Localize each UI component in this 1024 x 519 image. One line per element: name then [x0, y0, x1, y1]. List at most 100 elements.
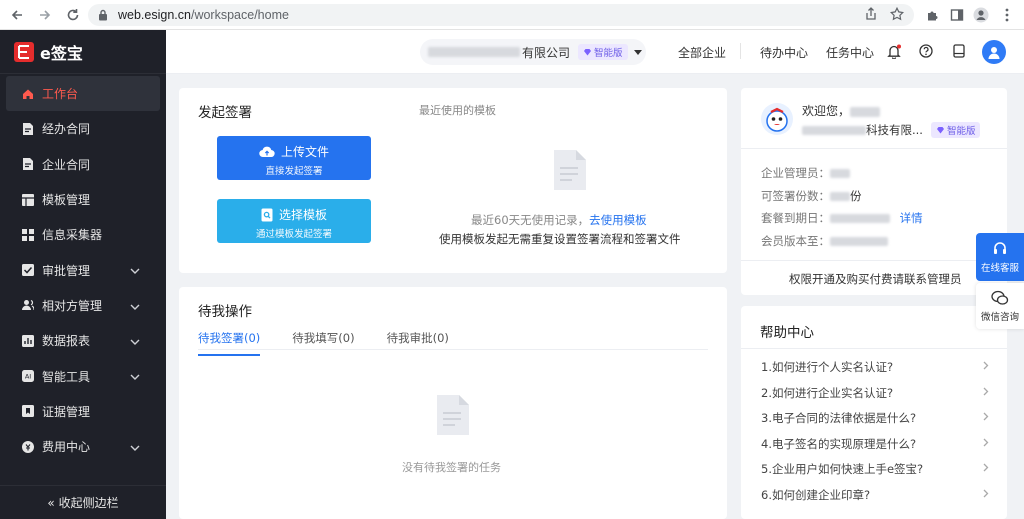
bell-icon[interactable]	[886, 43, 902, 59]
chevron-down-icon	[130, 334, 140, 348]
details-link[interactable]: 详情	[900, 211, 923, 225]
help-item[interactable]: 4.电子签名的实现原理是什么?	[761, 436, 989, 452]
help-item[interactable]: 2.如何进行企业实名认证?	[761, 385, 989, 401]
forward-icon[interactable]	[34, 4, 56, 26]
chevron-right-icon	[983, 461, 989, 477]
use-template-link[interactable]: 去使用模板	[589, 213, 647, 227]
sidebar-item-7[interactable]: 数据报表	[0, 323, 166, 358]
admin-row: 企业管理员：	[761, 165, 850, 181]
empty-tasks-icon	[435, 395, 469, 435]
tab-to-sign[interactable]: 待我签署(0)	[198, 330, 261, 356]
help-item[interactable]: 1.如何进行个人实名认证?	[761, 359, 989, 375]
wechat-consult-label: 微信咨询	[980, 312, 1019, 323]
sidebar-item-9[interactable]: 证据管理	[0, 394, 166, 429]
logo[interactable]: e签宝	[0, 30, 166, 74]
address-bar[interactable]: web.esign.cn/workspace/home	[88, 4, 914, 26]
wechat-consult-button[interactable]: 微信咨询	[976, 283, 1024, 329]
quota-row: 可签署份数：份	[761, 189, 862, 203]
help-icon[interactable]	[918, 43, 934, 59]
online-service-button[interactable]: 在线客服	[976, 233, 1024, 281]
grid-icon	[22, 228, 34, 241]
choose-template-sublabel: 通过模板发起签署	[255, 229, 332, 240]
users-icon	[22, 299, 34, 311]
sidebar-item-2[interactable]: 企业合同	[0, 147, 166, 182]
header-divider	[740, 43, 741, 59]
company-switcher[interactable]: 有限公司 智能版	[420, 39, 646, 65]
chevron-right-icon	[983, 436, 989, 452]
empty-tasks-text: 没有待我签署的任务	[402, 461, 501, 474]
membership-row: 会员版本至：	[761, 233, 888, 249]
sidebar-item-label: 经办合同	[42, 122, 91, 137]
upload-file-button[interactable]: 上传文件 直接发起签署	[217, 136, 371, 180]
upload-file-label: 上传文件	[280, 145, 329, 159]
tabs-underline	[198, 349, 708, 350]
share-icon[interactable]	[864, 7, 878, 24]
lock-icon	[98, 9, 110, 21]
bookmark-icon	[22, 405, 34, 418]
choose-template-button[interactable]: 选择模板 通过模板发起签署	[217, 199, 371, 243]
url-text: web.esign.cn/workspace/home	[118, 8, 289, 22]
start-signing-title: 发起签署	[198, 105, 252, 121]
help-item[interactable]: 5.企业用户如何快速上手e签宝?	[761, 461, 989, 477]
sidebar-item-1[interactable]: 经办合同	[0, 111, 166, 146]
mascot-avatar	[761, 103, 793, 135]
help-item[interactable]: 3.电子合同的法律依据是什么?	[761, 410, 989, 426]
help-item-label: 6.如何创建企业印章?	[761, 487, 871, 502]
recent-templates-label: 最近使用的模板	[419, 104, 496, 117]
coin-icon	[22, 440, 34, 453]
sidebar-item-label: 审批管理	[42, 263, 91, 278]
welcome-divider	[741, 148, 1007, 149]
sidebar-item-label: 数据报表	[42, 334, 91, 349]
wechat-icon	[976, 290, 1024, 309]
welcome-company: 科技有限... 智能版	[802, 122, 981, 138]
sidebar-item-0[interactable]: 工作台	[6, 76, 160, 112]
all-enterprises-link[interactable]: 全部企业	[678, 44, 726, 61]
chevron-down-icon	[130, 263, 140, 277]
sidebar-item-label: 费用中心	[42, 440, 91, 455]
sidebar-item-4[interactable]: 信息采集器	[0, 217, 166, 252]
sidebar-item-label: 智能工具	[42, 369, 91, 384]
document-icon	[22, 122, 34, 135]
sidepanel-icon[interactable]	[948, 6, 966, 24]
menu-dots-icon[interactable]	[998, 6, 1016, 24]
ai-icon: AI	[22, 370, 34, 383]
collapse-sidebar-button[interactable]: « 收起侧边栏	[0, 485, 166, 519]
todo-center-link[interactable]: 待办中心	[760, 44, 808, 61]
online-service-label: 在线客服	[980, 263, 1019, 274]
chevron-right-icon	[983, 359, 989, 375]
chevron-down-icon	[130, 369, 140, 383]
sidebar-item-10[interactable]: 费用中心	[0, 429, 166, 464]
welcome-company-suffix: 科技有限...	[866, 123, 923, 137]
back-icon[interactable]	[6, 4, 28, 26]
profile-icon[interactable]	[972, 6, 990, 24]
extensions-icon[interactable]	[924, 6, 942, 24]
sidebar-nav: 工作台经办合同企业合同模板管理信息采集器审批管理相对方管理数据报表 AI 智能工具证…	[0, 74, 166, 464]
pending-tasks-card: 待我操作 待我签署(0) 待我填写(0) 待我审批(0) 没有待我签署的任务	[179, 287, 727, 519]
sidebar-item-6[interactable]: 相对方管理	[0, 288, 166, 323]
star-icon[interactable]	[889, 6, 905, 24]
help-divider	[741, 348, 1007, 349]
help-item-label: 5.企业用户如何快速上手e签宝?	[761, 462, 924, 476]
top-header: 有限公司 智能版 全部企业 待办中心 任务中心	[166, 30, 1024, 74]
template-icon	[22, 193, 34, 206]
upload-file-sublabel: 直接发起签署	[265, 166, 323, 177]
tab-to-fill[interactable]: 待我填写(0)	[292, 330, 354, 356]
caret-down-icon	[633, 45, 642, 59]
logo-text: e签宝	[40, 43, 83, 63]
user-avatar[interactable]	[982, 40, 1006, 64]
mobile-app-icon[interactable]	[951, 43, 967, 59]
chevron-right-icon	[983, 385, 989, 401]
reload-icon[interactable]	[62, 4, 84, 26]
sidebar-item-8[interactable]: AI 智能工具	[0, 358, 166, 393]
sidebar-item-5[interactable]: 审批管理	[0, 252, 166, 287]
help-item[interactable]: 6.如何创建企业印章?	[761, 487, 989, 503]
sidebar-item-label: 相对方管理	[42, 298, 103, 313]
chevron-right-icon	[983, 410, 989, 426]
company-name-suffix: 有限公司	[522, 45, 571, 60]
welcome-card: 欢迎您， 科技有限... 智能版 企业管理员： 可签署份数：份 套餐到期日： 详…	[741, 88, 1007, 295]
sidebar-item-3[interactable]: 模板管理	[0, 182, 166, 217]
tab-to-approve[interactable]: 待我审批(0)	[387, 330, 449, 356]
task-center-link[interactable]: 任务中心	[826, 44, 874, 61]
headset-icon	[976, 241, 1024, 260]
sidebar-item-label: 模板管理	[42, 193, 91, 208]
